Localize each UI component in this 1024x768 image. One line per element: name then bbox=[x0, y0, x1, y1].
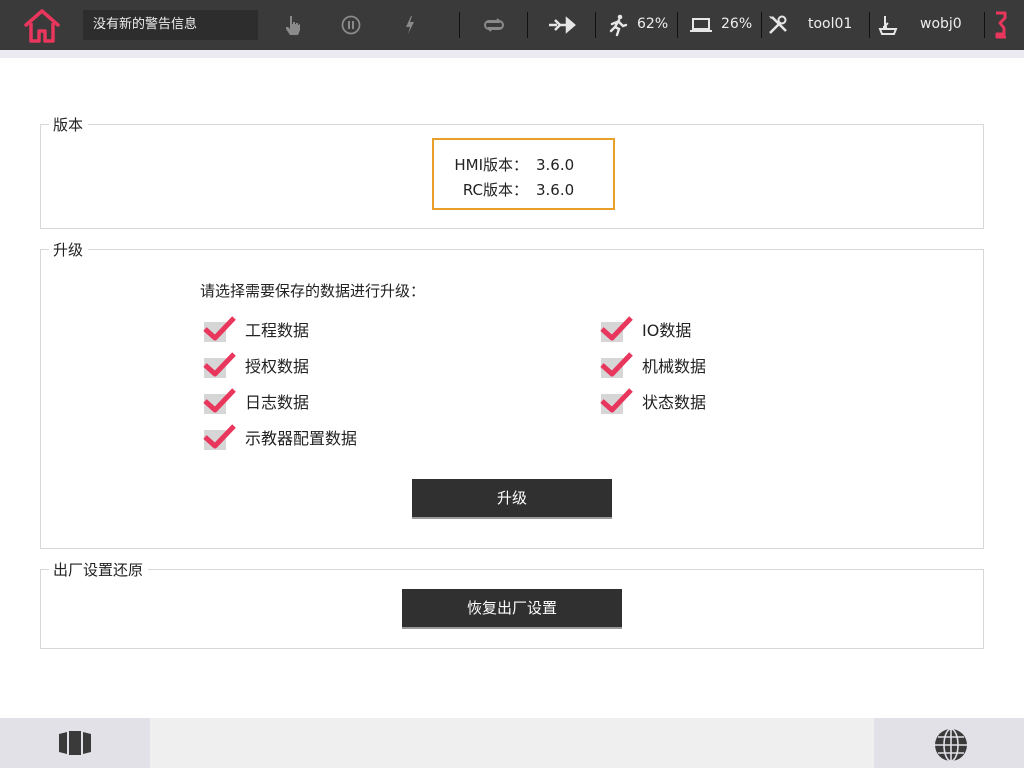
speed-runner-icon[interactable] bbox=[606, 13, 630, 37]
cycle-icon[interactable] bbox=[481, 13, 507, 37]
check-icon bbox=[599, 386, 633, 416]
check-icon bbox=[599, 314, 633, 344]
robot-arm-icon[interactable] bbox=[991, 11, 1011, 39]
lightning-icon[interactable] bbox=[398, 13, 422, 37]
panels-button[interactable] bbox=[0, 718, 150, 768]
check-icon bbox=[202, 422, 236, 452]
pause-icon[interactable] bbox=[339, 13, 363, 37]
checkbox-log-data[interactable]: 日志数据 bbox=[202, 386, 309, 416]
check-icon bbox=[599, 350, 633, 380]
check-icon bbox=[202, 314, 236, 344]
factory-reset-section: 出厂设置还原 恢复出厂设置 bbox=[40, 561, 984, 649]
tool-name[interactable]: tool01 bbox=[808, 16, 852, 32]
checkbox-pendant-config-data[interactable]: 示教器配置数据 bbox=[202, 422, 357, 452]
checkbox-project-data[interactable]: 工程数据 bbox=[202, 314, 309, 344]
laptop-icon[interactable] bbox=[689, 13, 713, 37]
continuous-run-icon[interactable] bbox=[547, 13, 577, 37]
top-status-bar: 没有新的警告信息 62% 26% tool01 wobj0 bbox=[0, 0, 1024, 58]
home-icon bbox=[24, 9, 60, 43]
version-info-box: HMI版本： 3.6.0 RC版本： 3.6.0 bbox=[432, 138, 615, 210]
upgrade-section: 升级 请选择需要保存的数据进行升级： 工程数据 IO数据 授权数据 机械数据 日… bbox=[40, 241, 984, 549]
checkbox-license-data[interactable]: 授权数据 bbox=[202, 350, 309, 380]
language-button[interactable] bbox=[874, 718, 1024, 768]
factory-reset-button[interactable]: 恢复出厂设置 bbox=[402, 589, 622, 629]
version-section: 版本 HMI版本： 3.6.0 RC版本： 3.6.0 bbox=[40, 116, 984, 229]
alert-message[interactable]: 没有新的警告信息 bbox=[83, 10, 258, 40]
version-legend: 版本 bbox=[49, 116, 89, 134]
upgrade-prompt: 请选择需要保存的数据进行升级： bbox=[200, 282, 426, 300]
checkbox-io-data[interactable]: IO数据 bbox=[599, 314, 691, 344]
panels-icon bbox=[59, 731, 91, 755]
check-icon bbox=[202, 386, 236, 416]
bottom-bar bbox=[0, 718, 1024, 768]
checkbox-mechanical-data[interactable]: 机械数据 bbox=[599, 350, 706, 380]
rc-version-value: 3.6.0 bbox=[536, 181, 575, 199]
factory-reset-legend: 出厂设置还原 bbox=[49, 561, 149, 579]
tools-icon[interactable] bbox=[766, 13, 790, 37]
load-value: 26% bbox=[721, 16, 753, 32]
speed-value: 62% bbox=[637, 16, 669, 32]
hand-pointer-icon[interactable] bbox=[281, 13, 305, 37]
rc-version-label: RC版本： bbox=[462, 181, 528, 199]
globe-icon bbox=[935, 728, 967, 762]
checkbox-status-data[interactable]: 状态数据 bbox=[599, 386, 706, 416]
check-icon bbox=[202, 350, 236, 380]
hmi-version-label: HMI版本： bbox=[454, 156, 528, 174]
upgrade-button[interactable]: 升级 bbox=[412, 479, 612, 519]
hmi-version-value: 3.6.0 bbox=[536, 156, 575, 174]
home-button[interactable] bbox=[22, 6, 62, 46]
wobj-name[interactable]: wobj0 bbox=[920, 16, 962, 32]
workobject-icon[interactable] bbox=[876, 13, 900, 37]
upgrade-legend: 升级 bbox=[49, 241, 89, 259]
